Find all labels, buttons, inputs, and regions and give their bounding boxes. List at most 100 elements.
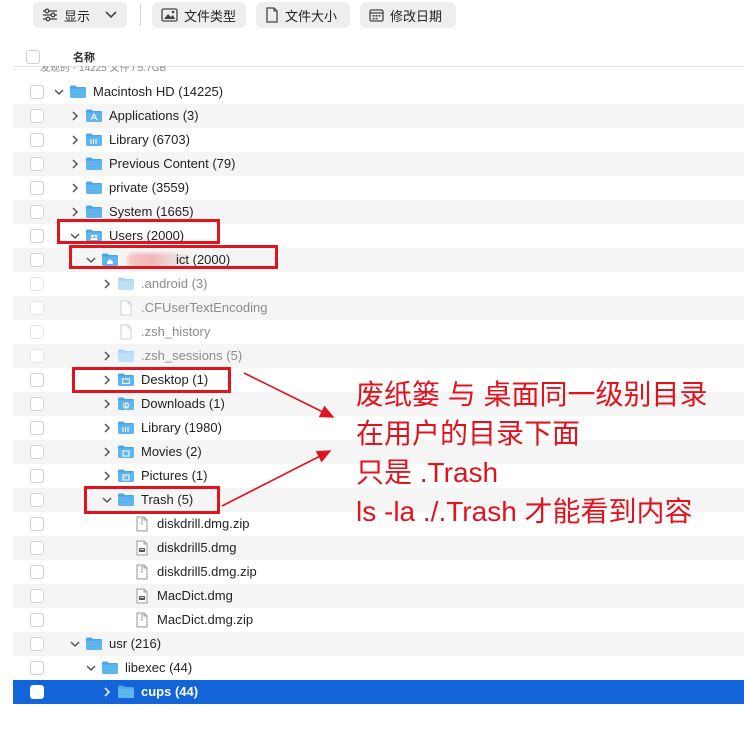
row-checkbox[interactable]	[30, 421, 44, 435]
chevron-down-icon[interactable]	[53, 85, 65, 99]
folder-icon	[117, 276, 135, 291]
annotation-line-2: 在用户的目录下面	[356, 418, 581, 449]
row-checkbox[interactable]	[30, 229, 44, 243]
tree-row[interactable]: .zsh_sessions (5)	[13, 344, 744, 368]
chevron-right-icon[interactable]	[69, 205, 81, 219]
toolbar-divider	[140, 4, 141, 26]
chevron-right-icon[interactable]	[69, 157, 81, 171]
tree-row[interactable]: diskdrill5.dmg	[13, 536, 744, 560]
folder-icon	[101, 660, 119, 675]
tree-row[interactable]: usr (216)	[13, 632, 744, 656]
tree-row[interactable]: .zsh_history	[13, 320, 744, 344]
folder-downloads-icon	[117, 396, 135, 411]
chevron-right-icon[interactable]	[69, 181, 81, 195]
row-checkbox[interactable]	[30, 85, 44, 99]
zip-file-icon	[135, 612, 153, 628]
tree-row[interactable]: Applications (3)	[13, 104, 744, 128]
row-name: Downloads (1)	[141, 396, 225, 411]
tree-row[interactable]: Previous Content (79)	[13, 152, 744, 176]
annotation-line-4: ls -la ./.Trash 才能看到内容	[356, 496, 693, 527]
folder-library-icon	[117, 420, 135, 435]
row-checkbox[interactable]	[30, 661, 44, 675]
chevron-right-icon[interactable]	[69, 133, 81, 147]
row-checkbox[interactable]	[30, 493, 44, 507]
display-options-button[interactable]: 显示	[33, 2, 127, 28]
row-checkbox[interactable]	[30, 397, 44, 411]
row-name: private (3559)	[109, 180, 190, 195]
row-name: Applications (3)	[109, 108, 199, 123]
row-checkbox[interactable]	[30, 541, 44, 555]
row-name: cups (44)	[141, 684, 199, 699]
filter-filetype-button[interactable]: 文件类型	[152, 2, 246, 28]
tree-row[interactable]: diskdrill5.dmg.zip	[13, 560, 744, 584]
tree-row[interactable]: Library (6703)	[13, 128, 744, 152]
row-name: Pictures (1)	[141, 468, 208, 483]
tree-row[interactable]: MacDict.dmg	[13, 584, 744, 608]
filter-modified-date-button[interactable]: 修改日期	[360, 2, 456, 28]
row-checkbox[interactable]	[30, 517, 44, 531]
row-name: .zsh_history	[141, 324, 211, 339]
chevron-right-icon[interactable]	[101, 349, 113, 363]
chevron-right-icon[interactable]	[101, 469, 113, 483]
row-checkbox[interactable]	[30, 349, 44, 363]
filetype-label: 文件类型	[184, 8, 237, 24]
file-icon	[119, 300, 137, 316]
tree-row[interactable]: Macintosh HD (14225)	[13, 80, 744, 104]
row-checkbox[interactable]	[30, 565, 44, 579]
row-checkbox[interactable]	[30, 613, 44, 627]
chevron-right-icon[interactable]	[101, 397, 113, 411]
tree-row[interactable]: MacDict.dmg.zip	[13, 608, 744, 632]
folder-pictures-icon	[117, 468, 135, 483]
annotation-line-1: 废纸篓 与 桌面同一级别目录	[356, 379, 708, 410]
row-name: Library (6703)	[109, 132, 190, 147]
tree-row[interactable]: private (3559)	[13, 176, 744, 200]
row-name: diskdrill.dmg.zip	[157, 516, 250, 531]
chevron-down-icon[interactable]	[85, 661, 97, 675]
filter-filesize-button[interactable]: 文件大小	[256, 2, 350, 28]
row-name: .android (3)	[141, 276, 208, 291]
file-icon	[119, 324, 137, 340]
zip-file-icon	[135, 516, 153, 532]
chevron-right-icon[interactable]	[101, 445, 113, 459]
window-margin	[0, 38, 13, 730]
tree-row[interactable]: .android (3)	[13, 272, 744, 296]
name-column-header[interactable]: 名称	[73, 49, 95, 65]
chevron-right-icon[interactable]	[101, 685, 113, 699]
chevron-right-icon[interactable]	[69, 109, 81, 123]
row-checkbox[interactable]	[30, 637, 44, 651]
row-checkbox[interactable]	[30, 109, 44, 123]
annotation-line-3: 只是 .Trash	[356, 457, 499, 488]
row-checkbox[interactable]	[30, 253, 44, 267]
highlight-desktop	[72, 367, 231, 393]
folder-library-icon	[85, 132, 103, 147]
tree-row[interactable]: cups (44)	[13, 680, 744, 704]
row-checkbox[interactable]	[30, 157, 44, 171]
row-checkbox[interactable]	[30, 277, 44, 291]
tree-row[interactable]: libexec (44)	[13, 656, 744, 680]
tree-row[interactable]: .CFUserTextEncoding	[13, 296, 744, 320]
row-checkbox[interactable]	[30, 445, 44, 459]
row-checkbox[interactable]	[30, 325, 44, 339]
highlight-trash	[84, 486, 220, 514]
highlight-users	[57, 219, 220, 244]
row-checkbox[interactable]	[30, 133, 44, 147]
row-checkbox[interactable]	[30, 373, 44, 387]
row-checkbox[interactable]	[30, 685, 44, 699]
folder-icon	[117, 684, 135, 699]
row-checkbox[interactable]	[30, 301, 44, 315]
chevron-down-icon	[104, 10, 118, 20]
row-checkbox[interactable]	[30, 205, 44, 219]
select-all-checkbox[interactable]	[26, 50, 40, 64]
row-checkbox[interactable]	[30, 589, 44, 603]
chevron-down-icon[interactable]	[69, 637, 81, 651]
row-name: .CFUserTextEncoding	[141, 300, 268, 315]
row-checkbox[interactable]	[30, 469, 44, 483]
chevron-right-icon[interactable]	[101, 277, 113, 291]
image-icon	[161, 8, 178, 22]
folder-icon	[85, 180, 103, 195]
chevron-right-icon[interactable]	[101, 421, 113, 435]
row-name: usr (216)	[109, 636, 162, 651]
row-name: diskdrill5.dmg	[157, 540, 237, 555]
scan-summary: 发现的 - 14225 文件 / 5.7GB	[40, 66, 167, 74]
row-checkbox[interactable]	[30, 181, 44, 195]
